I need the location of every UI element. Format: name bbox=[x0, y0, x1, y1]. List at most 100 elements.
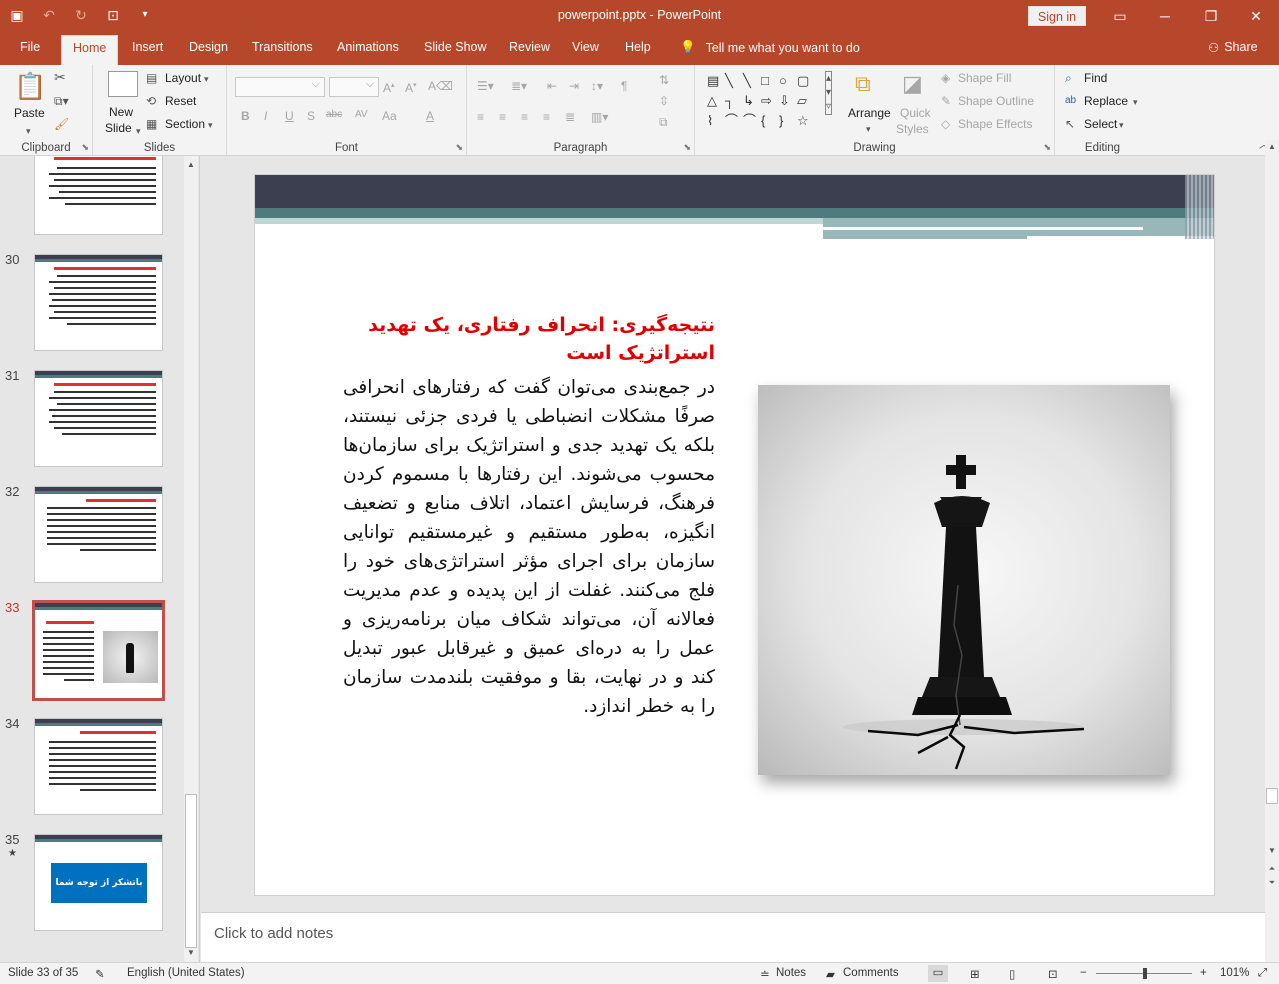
textbox-shape-icon[interactable]: ▤ bbox=[707, 74, 719, 88]
freeform-shape-icon[interactable]: ⌇ bbox=[707, 114, 713, 128]
scroll-up-icon[interactable]: ▲ bbox=[1265, 142, 1279, 151]
down-arrow-shape-icon[interactable]: ⇩ bbox=[779, 94, 790, 108]
clear-formatting-icon[interactable]: A⌫ bbox=[428, 78, 453, 94]
section-icon[interactable]: ▦ bbox=[146, 116, 157, 132]
thumbnail-scrollbar[interactable]: ▲ ▼ bbox=[184, 156, 198, 962]
curve-shape-icon[interactable]: ⌒ bbox=[743, 114, 756, 128]
character-spacing-button[interactable]: AV bbox=[355, 109, 368, 120]
new-slide-label-1[interactable]: New bbox=[109, 105, 133, 119]
slide-title[interactable]: نتیجه‌گیری: انحراف رفتاری، یک تهدید استر… bbox=[335, 311, 715, 367]
zoom-level[interactable]: 101% bbox=[1220, 967, 1249, 979]
align-center-icon[interactable]: ≡ bbox=[499, 109, 506, 125]
star-shape-icon[interactable]: ☆ bbox=[797, 114, 809, 128]
arrange-button[interactable]: Arrange bbox=[848, 106, 891, 120]
language-indicator[interactable]: English (United States) bbox=[127, 967, 245, 979]
bold-button[interactable]: B bbox=[241, 109, 250, 123]
line2-shape-icon[interactable]: ╲ bbox=[743, 74, 751, 88]
slide-thumbnail-32[interactable] bbox=[34, 486, 163, 583]
font-size-combo[interactable] bbox=[329, 77, 379, 97]
tab-insert[interactable]: Insert bbox=[132, 40, 163, 54]
italic-button[interactable]: I bbox=[264, 109, 267, 123]
zoom-in-icon[interactable]: + bbox=[1200, 967, 1207, 979]
fit-slide-icon[interactable]: ⤢ bbox=[1258, 967, 1267, 980]
connector-shape-icon[interactable]: ┐ bbox=[725, 94, 734, 108]
quick-styles-icon[interactable]: ◪ bbox=[902, 71, 923, 97]
comments-button[interactable]: Comments bbox=[843, 967, 899, 979]
customize-qat-icon[interactable]: ▾ bbox=[136, 6, 154, 24]
underline-button[interactable]: U bbox=[285, 109, 294, 123]
layout-icon[interactable]: ▤ bbox=[146, 70, 157, 86]
align-text-icon[interactable]: ⇳ bbox=[659, 93, 669, 109]
replace-dropdown-icon[interactable]: ▾ bbox=[1133, 94, 1138, 110]
increase-font-icon[interactable]: A▴ bbox=[383, 78, 395, 96]
notes-toggle-icon[interactable]: ≐ bbox=[760, 967, 770, 981]
find-icon[interactable]: ⌕ bbox=[1065, 70, 1072, 86]
notes-pane[interactable]: Click to add notes bbox=[201, 912, 1265, 962]
notes-toggle-button[interactable]: Notes bbox=[776, 967, 806, 979]
tab-view[interactable]: View bbox=[572, 40, 599, 54]
shape-fill-icon[interactable]: ◈ bbox=[941, 70, 950, 86]
rounded-rect-shape-icon[interactable]: ▢ bbox=[797, 74, 809, 88]
save-icon[interactable]: ▣ bbox=[8, 6, 26, 24]
comments-icon[interactable]: ▰ bbox=[826, 967, 835, 981]
slide-body-text[interactable]: در جمع‌بندی می‌توان گفت که رفتارهای انحر… bbox=[343, 373, 715, 721]
undo-icon[interactable]: ↶ bbox=[40, 6, 58, 24]
ribbon-display-options-icon[interactable]: ▭ bbox=[1097, 4, 1143, 28]
arrange-dropdown-icon[interactable]: ▾ bbox=[866, 121, 871, 137]
cut-icon[interactable]: ✂ bbox=[54, 69, 66, 85]
tab-review[interactable]: Review bbox=[509, 40, 550, 54]
align-left-icon[interactable]: ≡ bbox=[477, 109, 484, 125]
format-painter-icon[interactable]: 🖌 bbox=[54, 116, 69, 132]
scroll-up-icon[interactable]: ▲ bbox=[184, 158, 198, 172]
line-shape-icon[interactable]: ╲ bbox=[725, 74, 733, 88]
reset-button[interactable]: Reset bbox=[165, 94, 196, 108]
tell-me-box[interactable]: 💡 Tell me what you want to do bbox=[680, 40, 860, 55]
justify-icon[interactable]: ≡ bbox=[543, 109, 550, 125]
right-brace-shape-icon[interactable]: } bbox=[779, 114, 783, 128]
shape-effects-icon[interactable]: ◇ bbox=[941, 116, 950, 132]
quick-styles-label-2[interactable]: Styles bbox=[896, 122, 929, 136]
new-slide-icon[interactable] bbox=[108, 71, 138, 97]
next-slide-icon[interactable]: ⏷ bbox=[1265, 878, 1279, 888]
new-slide-dropdown-icon[interactable]: ▾ bbox=[136, 123, 141, 139]
share-button[interactable]: ⚇ Share bbox=[1208, 40, 1258, 55]
columns-icon[interactable]: ▥▾ bbox=[591, 109, 608, 125]
shape-effects-button[interactable]: Shape Effects bbox=[958, 117, 1033, 131]
smartart-icon[interactable]: ⧉ bbox=[659, 114, 668, 130]
layout-button[interactable]: Layout bbox=[165, 71, 201, 85]
right-arrow-shape-icon[interactable]: ⇨ bbox=[761, 94, 772, 108]
find-button[interactable]: Find bbox=[1084, 71, 1107, 85]
slide-thumbnail-31[interactable] bbox=[34, 370, 163, 467]
minimize-button[interactable]: ─ bbox=[1142, 4, 1188, 28]
present-from-beginning-icon[interactable]: ⊡ bbox=[104, 6, 122, 24]
shape-outline-icon[interactable]: ✎ bbox=[941, 93, 951, 109]
scroll-thumb[interactable] bbox=[1266, 788, 1278, 804]
slide-thumbnail-35[interactable]: باتشکر از توجه شما bbox=[34, 834, 163, 931]
strikethrough-button[interactable]: abc bbox=[326, 109, 342, 120]
slide-scrollbar[interactable]: ▲ ▼ ⏶ ⏷ bbox=[1265, 140, 1279, 962]
tab-home[interactable]: Home bbox=[61, 35, 119, 65]
normal-view-icon[interactable]: ▭ bbox=[928, 965, 948, 982]
callout-shape-icon[interactable]: ▱ bbox=[797, 94, 807, 108]
shapes-gallery[interactable]: ▤ ╲ ╲ □ ○ ▢ △ ┐ ↳ ⇨ ⇩ ▱ ⌇ ⌒ ⌒ { } ☆ bbox=[705, 72, 825, 130]
replace-icon[interactable]: ab bbox=[1065, 93, 1076, 109]
current-slide[interactable]: نتیجه‌گیری: انحراف رفتاری، یک تهدید استر… bbox=[254, 174, 1215, 896]
tab-help[interactable]: Help bbox=[625, 40, 651, 54]
spell-check-icon[interactable]: ✎ bbox=[95, 967, 105, 981]
tab-slide-show[interactable]: Slide Show bbox=[424, 40, 487, 54]
section-button[interactable]: Section bbox=[165, 117, 205, 131]
slide-thumbnail-34[interactable] bbox=[34, 718, 163, 815]
left-brace-shape-icon[interactable]: { bbox=[761, 114, 765, 128]
oval-shape-icon[interactable]: ○ bbox=[779, 74, 787, 88]
tab-animations[interactable]: Animations bbox=[337, 40, 399, 54]
zoom-slider[interactable] bbox=[1096, 968, 1192, 979]
select-dropdown-icon[interactable]: ▾ bbox=[1119, 117, 1124, 133]
shape-outline-button[interactable]: Shape Outline bbox=[958, 94, 1034, 108]
elbow-arrow-shape-icon[interactable]: ↳ bbox=[743, 94, 754, 108]
decrease-font-icon[interactable]: A▾ bbox=[405, 78, 417, 96]
paragraph-launcher-icon[interactable]: ⬊ bbox=[683, 142, 691, 153]
previous-slide-icon[interactable]: ⏶ bbox=[1265, 864, 1279, 874]
slide-thumbnail-30[interactable] bbox=[34, 254, 163, 351]
drawing-launcher-icon[interactable]: ⬊ bbox=[1043, 142, 1051, 153]
font-color-button[interactable]: A bbox=[426, 109, 434, 123]
